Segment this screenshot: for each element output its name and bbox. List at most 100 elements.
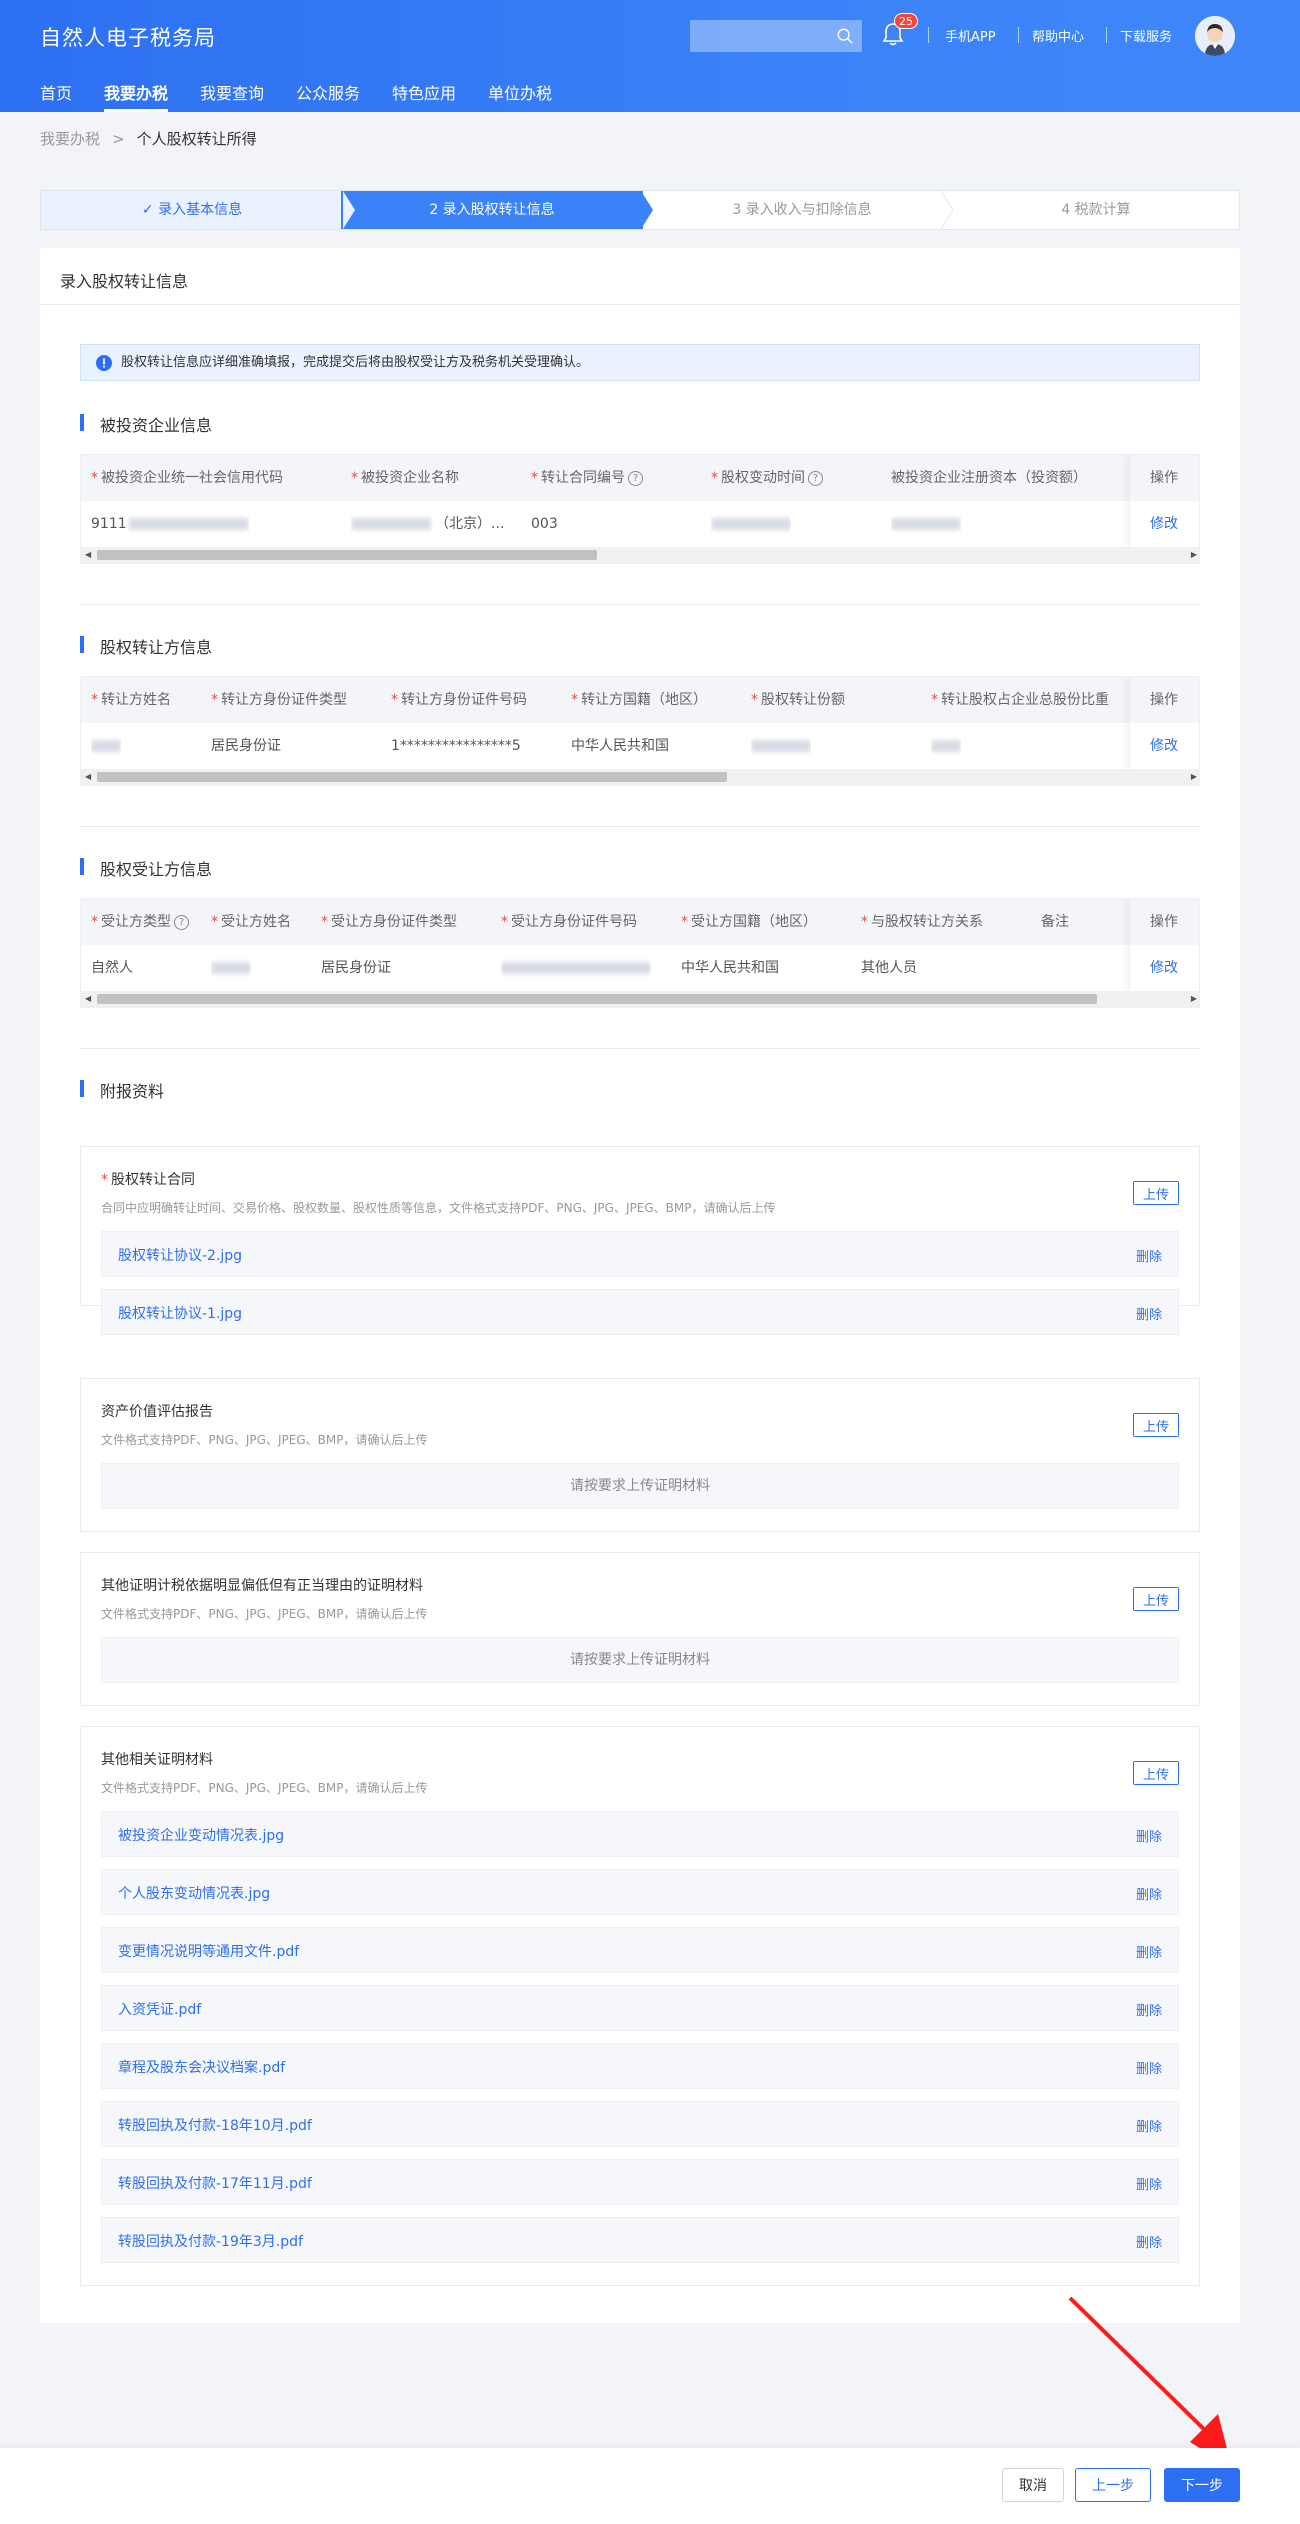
info-icon [96,355,112,371]
nav-tax-handling[interactable]: 我要办税 [104,80,169,112]
delete-link[interactable]: 删除 [1136,1884,1162,1903]
header-separator [1018,27,1019,43]
breadcrumb-parent[interactable]: 我要办税 [40,130,100,148]
next-step-button[interactable]: 下一步 [1164,2468,1240,2502]
nav-unit-tax[interactable]: 单位办税 [488,80,552,112]
operation-column: 操作 修改 [1129,899,1199,991]
upload-button[interactable]: 上传 [1133,1761,1179,1785]
file-link[interactable]: 股权转让协议-2.jpg [118,1245,242,1265]
scroll-left-icon[interactable]: ◀ [85,994,91,1003]
delete-link[interactable]: 删除 [1136,2232,1162,2251]
notice-bar: 股权转让信息应详细准确填报，完成提交后将由股权受让方及税务机关受理确认。 [80,344,1200,381]
file-link[interactable]: 变更情况说明等通用文件.pdf [118,1941,299,1961]
avatar-icon [1195,16,1235,56]
edit-link[interactable]: 修改 [1150,945,1178,991]
horizontal-scrollbar[interactable]: ◀ ▶ [81,547,1199,563]
file-link[interactable]: 入资凭证.pdf [118,1999,201,2019]
upload-button[interactable]: 上传 [1133,1587,1179,1611]
cancel-button[interactable]: 取消 [1002,2468,1064,2502]
table-cell: 003 [531,516,558,532]
upload-button[interactable]: 上传 [1133,1413,1179,1437]
file-link[interactable]: 转股回执及付款-19年3月.pdf [118,2231,303,2251]
help-center-link[interactable]: 帮助中心 [1032,26,1084,45]
top-header: 自然人电子税务局 25 手机APP 帮助中心 下载服务 首页 我要办税 我要查询… [0,0,1300,112]
op-header: 操作 [1130,455,1199,501]
help-icon[interactable]: ? [174,914,189,930]
nav-public-service[interactable]: 公众服务 [296,80,360,112]
file-link[interactable]: 转股回执及付款-17年11月.pdf [118,2173,312,2193]
user-avatar[interactable] [1195,16,1235,56]
progress-steps: ✓ 录入基本信息 2 录入股权转让信息 3 录入收入与扣除信息 4 税款计算 [40,190,1240,230]
table-row: 居民身份证 1****************5 中华人民共和国 [81,723,1199,769]
nav-home[interactable]: 首页 [40,80,72,112]
edit-link[interactable]: 修改 [1150,501,1178,547]
divider [80,1048,1200,1049]
table-cell [91,723,121,769]
edit-link[interactable]: 修改 [1150,723,1178,769]
file-item: 转股回执及付款-19年3月.pdf 删除 [101,2217,1179,2263]
previous-step-button[interactable]: 上一步 [1075,2468,1151,2502]
attachment-group-justification: 其他证明计税依据明显偏低但有正当理由的证明材料 文件格式支持PDF、PNG、JP… [80,1552,1200,1706]
scroll-left-icon[interactable]: ◀ [85,550,91,559]
delete-link[interactable]: 删除 [1136,2000,1162,2019]
section-title-transferor: 股权转让方信息 [80,634,212,658]
site-brand[interactable]: 自然人电子税务局 [40,22,216,52]
breadcrumb-current: 个人股权转让所得 [136,130,257,148]
step-income-deduction[interactable]: 3 录入收入与扣除信息 [657,191,947,229]
delete-link[interactable]: 删除 [1136,2116,1162,2135]
search-icon[interactable] [836,27,854,45]
delete-link[interactable]: 删除 [1136,2058,1162,2077]
breadcrumb: 我要办税 > 个人股权转让所得 [40,128,257,149]
step-chevron-icon [641,191,653,229]
step-equity-transfer-info[interactable]: 2 录入股权转让信息 [341,191,643,229]
step-basic-info[interactable]: ✓ 录入基本信息 [41,191,343,229]
divider [80,604,1200,605]
table-header: * 被投资企业统一社会信用代码 * 被投资企业名称 * 转让合同编号? * 股权变动时间… [81,455,1199,501]
main-card: 录入股权转让信息 股权转让信息应详细准确填报，完成提交后将由股权受让方及税务机关… [40,248,1240,2323]
scroll-right-icon[interactable]: ▶ [1191,772,1197,781]
mobile-app-link[interactable]: 手机APP [945,26,996,45]
file-link[interactable]: 章程及股东会决议档案.pdf [118,2057,285,2077]
delete-link[interactable]: 删除 [1136,1246,1162,1265]
attachment-group-valuation: 资产价值评估报告 文件格式支持PDF、PNG、JPG、JPEG、BMP，请确认后… [80,1378,1200,1532]
header-separator [928,27,929,43]
horizontal-scrollbar[interactable]: ◀ ▶ [81,769,1199,785]
table-header-cell: * 股权转让份额 [751,692,845,708]
step-tax-calculation[interactable]: 4 税款计算 [951,191,1241,229]
delete-link[interactable]: 删除 [1136,1942,1162,1961]
chevron-right-icon: > [112,130,125,148]
operation-column: 操作 修改 [1129,455,1199,547]
nav-query[interactable]: 我要查询 [200,80,264,112]
delete-link[interactable]: 删除 [1136,2174,1162,2193]
invested-table: * 被投资企业统一社会信用代码 * 被投资企业名称 * 转让合同编号? * 股权变动时间… [80,454,1200,564]
file-link[interactable]: 转股回执及付款-18年10月.pdf [118,2115,312,2135]
attachment-group-other: 其他相关证明材料 文件格式支持PDF、PNG、JPG、JPEG、BMP，请确认后… [80,1726,1200,2286]
scroll-thumb[interactable] [97,772,727,782]
file-link[interactable]: 股权转让协议-1.jpg [118,1303,242,1323]
file-link[interactable]: 个人股东变动情况表.jpg [118,1883,270,1903]
table-header-cell: * 转让合同编号? [531,455,643,501]
help-icon[interactable]: ? [808,470,823,486]
search-box[interactable] [690,20,862,52]
op-header: 操作 [1130,899,1199,945]
delete-link[interactable]: 删除 [1136,1304,1162,1323]
download-service-link[interactable]: 下载服务 [1120,26,1172,45]
step-chevron-icon [343,191,355,229]
delete-link[interactable]: 删除 [1136,1826,1162,1845]
file-link[interactable]: 被投资企业变动情况表.jpg [118,1825,284,1845]
file-item: 入资凭证.pdf 删除 [101,1985,1179,2031]
scroll-thumb[interactable] [97,550,597,560]
help-icon[interactable]: ? [628,470,643,486]
table-cell [891,501,961,547]
scroll-right-icon[interactable]: ▶ [1191,994,1197,1003]
upload-button[interactable]: 上传 [1133,1181,1179,1205]
scroll-thumb[interactable] [97,994,1097,1004]
attachment-title: 其他相关证明材料 [101,1752,213,1768]
operation-column: 操作 修改 [1129,677,1199,769]
horizontal-scrollbar[interactable]: ◀ ▶ [81,991,1199,1007]
table-cell: 居民身份证 [321,960,391,976]
scroll-right-icon[interactable]: ▶ [1191,550,1197,559]
table-cell [751,723,811,769]
nav-featured-apps[interactable]: 特色应用 [392,80,456,112]
scroll-left-icon[interactable]: ◀ [85,772,91,781]
